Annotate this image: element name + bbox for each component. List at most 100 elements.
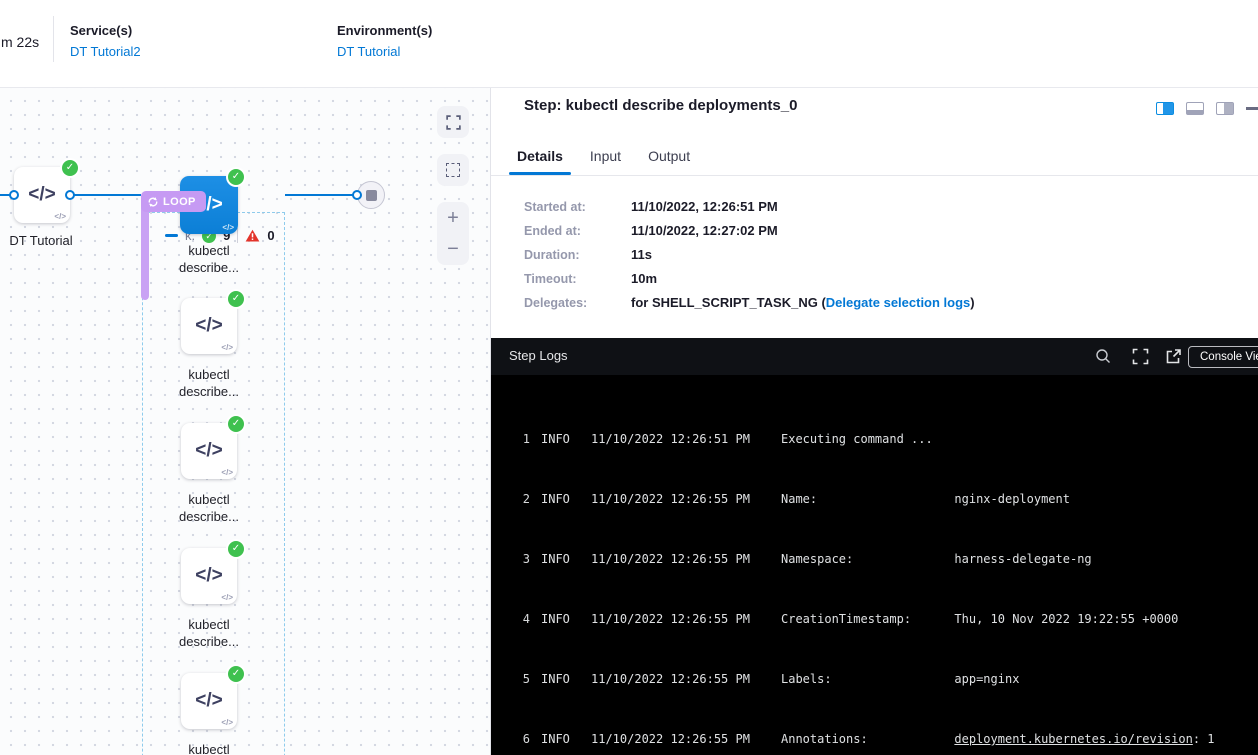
step-label-line: kubectl xyxy=(154,741,264,755)
canvas-reset-view-button[interactable] xyxy=(437,154,469,186)
code-icon: </> xyxy=(221,343,233,352)
step-node-kubectl-2[interactable]: </> </> xyxy=(181,423,237,479)
code-icon: </> xyxy=(28,184,55,206)
log-message: Executing command ... xyxy=(781,432,933,446)
log-timestamp: 11/10/2022 12:26:51 PM xyxy=(591,429,751,449)
minimize-panel-icon[interactable] xyxy=(1246,107,1258,110)
step-label-line: kubectl xyxy=(154,491,264,508)
success-check-icon: ✓ xyxy=(228,416,244,432)
delegate-selection-logs-link[interactable]: Delegate selection logs xyxy=(826,295,971,310)
console-view-button[interactable]: Console View xyxy=(1188,346,1258,368)
step-label-line: describe... xyxy=(154,383,264,400)
pipeline-execution-page: m 22s Service(s) DT Tutorial2 Environmen… xyxy=(0,0,1258,755)
log-link-annotation[interactable]: deployment.kubernetes.io/revision xyxy=(954,732,1192,746)
field-row-delegates: Delegates: for SHELL_SCRIPT_TASK_NG (Del… xyxy=(524,296,975,310)
execution-topbar: m 22s Service(s) DT Tutorial2 Environmen… xyxy=(0,0,1258,88)
log-message: CreationTimestamp: Thu, 10 Nov 2022 19:2… xyxy=(781,612,1178,626)
step-node-label: kubectl describe... xyxy=(154,366,264,400)
delegates-suffix: ) xyxy=(970,295,974,310)
step-node-kubectl-1[interactable]: </> </> xyxy=(181,298,237,354)
log-level: INFO xyxy=(541,669,571,689)
success-check-icon: ✓ xyxy=(228,169,244,185)
search-icon[interactable] xyxy=(1095,348,1112,365)
layout-bottom-view-icon[interactable] xyxy=(1186,102,1204,115)
loop-icon xyxy=(147,196,159,208)
log-line: 5INFO11/10/2022 12:26:55 PMLabels: app=n… xyxy=(499,669,1258,689)
log-text: Namespace: harness-delegate-ng xyxy=(781,552,1092,566)
panel-layout-controls xyxy=(1156,102,1258,115)
step-node-label: kubectl describe... xyxy=(154,741,264,755)
step-node-label: kubectl describe... xyxy=(154,491,264,525)
log-message: Labels: app=nginx xyxy=(781,672,1019,686)
service-link[interactable]: DT Tutorial2 xyxy=(70,44,141,59)
code-icon: </> xyxy=(221,468,233,477)
log-line-number: 1 xyxy=(499,429,530,449)
field-label: Duration: xyxy=(524,248,631,262)
log-text: Name: nginx-deployment xyxy=(781,492,1070,506)
field-row-started: Started at: 11/10/2022, 12:26:51 PM xyxy=(524,200,975,214)
field-value: 11/10/2022, 12:27:02 PM xyxy=(631,224,778,238)
step-detail-fields: Started at: 11/10/2022, 12:26:51 PM Ende… xyxy=(524,200,975,320)
field-label: Started at: xyxy=(524,200,631,214)
canvas-fit-button[interactable] xyxy=(437,106,469,138)
collapse-icon[interactable] xyxy=(165,234,178,237)
log-line: 6INFO11/10/2022 12:26:55 PMAnnotations: … xyxy=(499,729,1258,749)
layout-right-view-icon[interactable] xyxy=(1156,102,1174,115)
code-icon: </> xyxy=(221,593,233,602)
step-node-kubectl-4[interactable]: </> </> xyxy=(181,673,237,729)
log-line: 2INFO11/10/2022 12:26:55 PMName: nginx-d… xyxy=(499,489,1258,509)
layout-minimized-view-icon[interactable] xyxy=(1216,102,1234,115)
topbar-divider xyxy=(53,16,54,62)
step-node-dt-tutorial[interactable]: </> </> xyxy=(14,167,70,223)
success-check-icon: ✓ xyxy=(228,541,244,557)
environment-link[interactable]: DT Tutorial xyxy=(337,44,432,59)
canvas-zoom-control: + − xyxy=(437,202,469,265)
stop-square-icon xyxy=(366,190,377,201)
zoom-in-button[interactable]: + xyxy=(447,208,459,228)
step-logs-header: Step Logs Console View xyxy=(491,338,1258,375)
field-row-timeout: Timeout: 10m xyxy=(524,272,975,286)
execution-duration: m 22s xyxy=(1,34,39,50)
log-timestamp: 11/10/2022 12:26:55 PM xyxy=(591,549,751,569)
log-timestamp: 11/10/2022 12:26:55 PM xyxy=(591,669,751,689)
code-icon: </> xyxy=(222,223,234,232)
log-line-number: 6 xyxy=(499,729,530,749)
step-details-panel: Step: kubectl describe deployments_0 Det… xyxy=(490,88,1258,755)
code-icon: </> xyxy=(221,718,233,727)
field-row-duration: Duration: 11s xyxy=(524,248,975,262)
field-label: Timeout: xyxy=(524,272,631,286)
tab-details[interactable]: Details xyxy=(517,148,563,174)
fullscreen-icon[interactable] xyxy=(1132,348,1149,365)
code-icon: </> xyxy=(195,440,222,462)
selection-square-icon xyxy=(446,163,460,177)
loop-badge-label: LOOP xyxy=(163,196,196,208)
step-node-label: DT Tutorial xyxy=(0,232,96,249)
log-line-number: 2 xyxy=(499,489,530,509)
error-count: 0 xyxy=(267,228,274,243)
open-in-new-icon[interactable] xyxy=(1165,348,1182,365)
tab-input[interactable]: Input xyxy=(590,148,621,174)
log-line: 1 INFO 11/10/2022 12:26:51 PM Executing com… xyxy=(499,429,1258,449)
service-label: Service(s) xyxy=(70,23,141,38)
connector-dot xyxy=(352,190,362,200)
step-label-line: describe... xyxy=(154,633,264,650)
zoom-out-button[interactable]: − xyxy=(447,239,459,259)
connector-dot xyxy=(9,190,19,200)
step-node-label: kubectl describe... xyxy=(154,242,264,276)
warning-icon xyxy=(245,229,260,242)
field-row-ended: Ended at: 11/10/2022, 12:27:02 PM xyxy=(524,224,975,238)
step-logs-output[interactable]: 1 INFO 11/10/2022 12:26:51 PM Executing com… xyxy=(491,375,1258,755)
loop-badge[interactable]: LOOP xyxy=(141,191,206,212)
tab-output[interactable]: Output xyxy=(648,148,690,174)
step-label-line: kubectl xyxy=(154,616,264,633)
step-node-label: kubectl describe... xyxy=(154,616,264,650)
step-title: Step: kubectl describe deployments_0 xyxy=(524,97,797,114)
log-text: Annotations: xyxy=(781,732,954,746)
log-line: 4INFO11/10/2022 12:26:55 PMCreationTimes… xyxy=(499,609,1258,629)
step-node-kubectl-3[interactable]: </> </> xyxy=(181,548,237,604)
tabs-divider xyxy=(491,175,1258,176)
environment-block: Environment(s) DT Tutorial xyxy=(337,23,432,59)
pipeline-graph-canvas[interactable]: </> </> ✓ DT Tutorial LOOP k. ✓ 9 xyxy=(0,88,490,755)
delegates-prefix: for SHELL_SCRIPT_TASK_NG ( xyxy=(631,295,826,310)
log-level: INFO xyxy=(541,429,571,449)
